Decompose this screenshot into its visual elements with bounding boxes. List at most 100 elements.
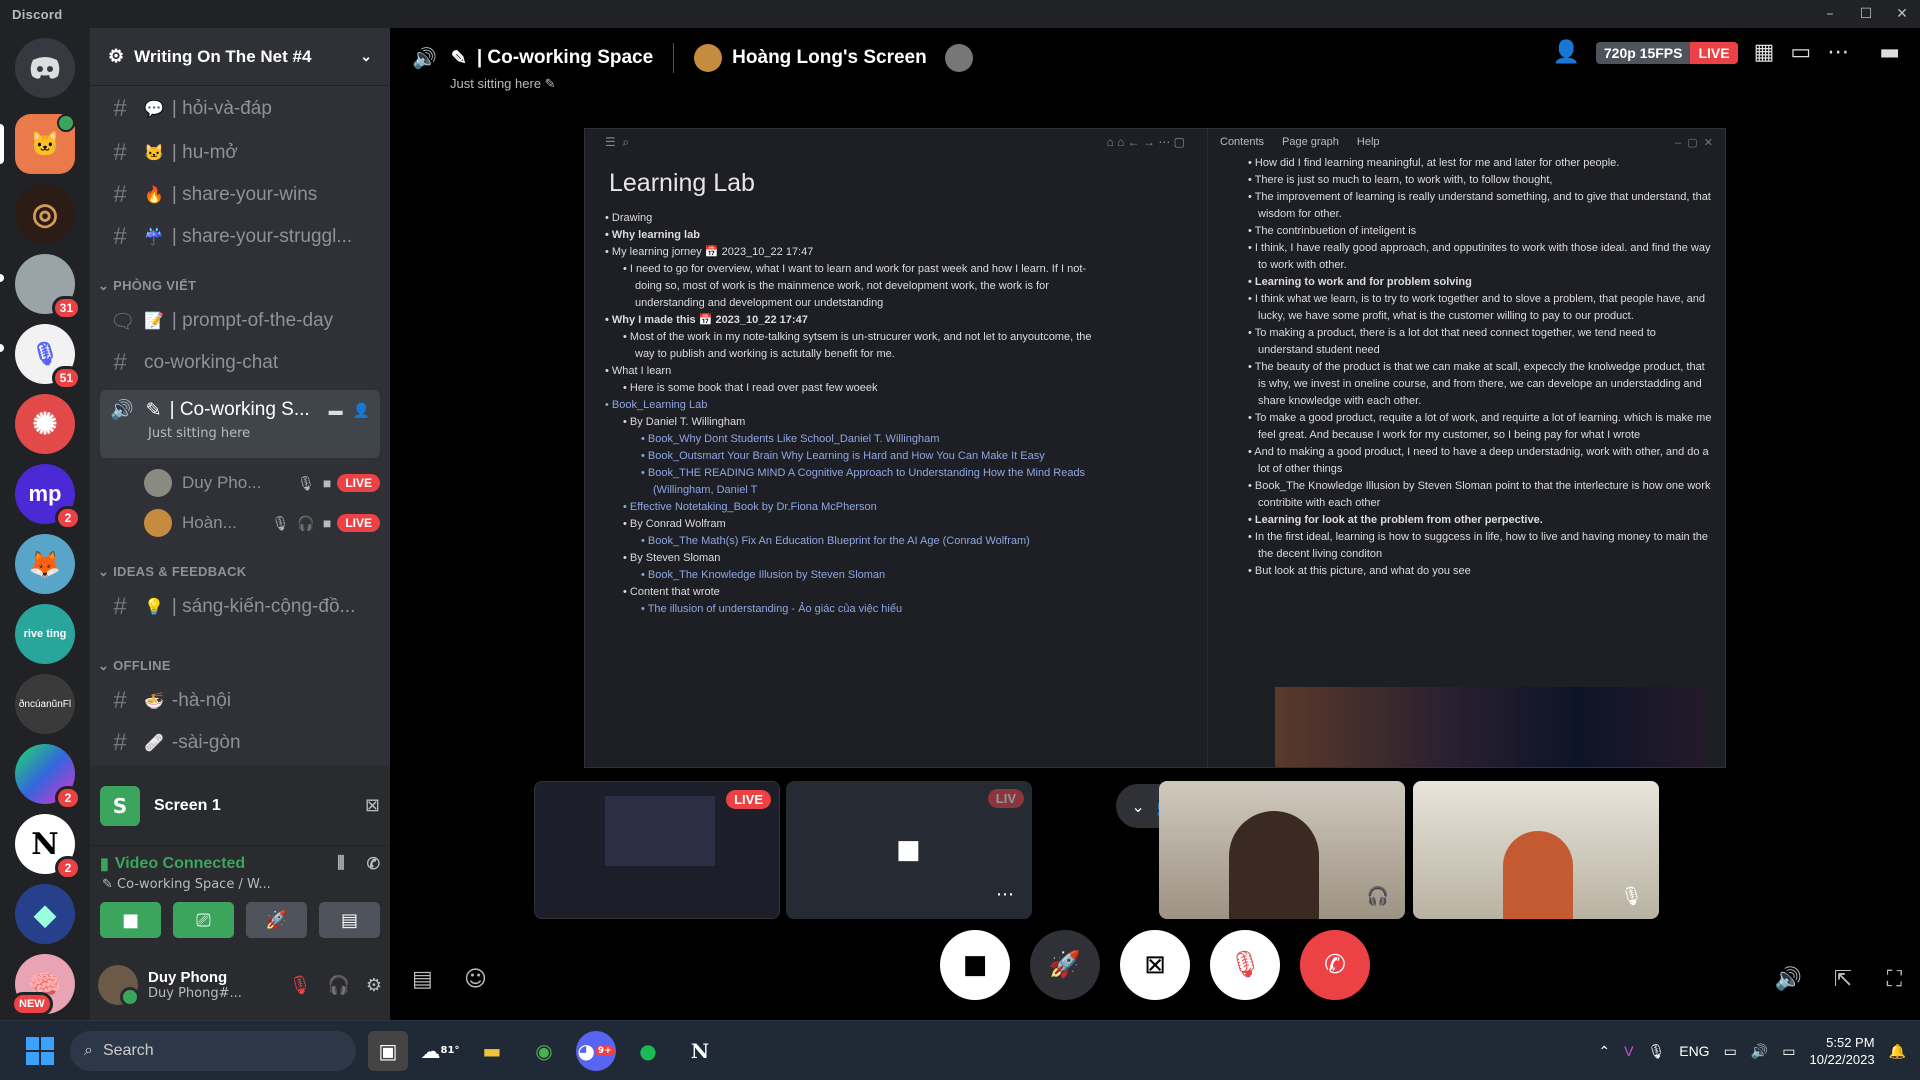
channel-item[interactable]: # 🍜 -hà-nội [100,682,380,720]
outline-item[interactable]: • Book_Learning Lab [605,397,1185,414]
avatar[interactable] [98,965,140,1007]
server-icon[interactable]: mp 2 [15,464,81,530]
category-offline[interactable]: ⌄ OFFLINE [98,658,171,674]
channel-item[interactable]: # 🐱 | hu-mở [100,134,380,172]
connection-location[interactable]: Co-working Space / W... [117,877,271,892]
notification-icon[interactable]: 🔔 [1889,1043,1906,1060]
tab-contents[interactable]: Contents [1220,136,1264,148]
server-icon[interactable]: 🦊 [15,534,75,594]
server-icon[interactable]: 2 [15,744,81,810]
battery-icon[interactable]: ▭ [1782,1043,1795,1060]
camera-toggle-button[interactable]: ■ [940,930,1010,1000]
grid-layout-icon[interactable]: ▦ [1754,40,1775,65]
discord-taskbar-icon[interactable]: ◕ 9+ [576,1030,616,1071]
fullscreen-icon[interactable]: ⛶ [1887,967,1902,992]
activity-button[interactable]: 🚀 [246,902,307,938]
server-icon[interactable]: ◆ [15,884,75,944]
channel-item[interactable]: # 💬 | hỏi-và-đáp [100,90,380,128]
mute-toggle-button[interactable]: 🎙 [1210,930,1280,1000]
server-icon[interactable]: rive ting [15,604,75,664]
tray-app-icon[interactable]: V [1624,1043,1633,1059]
close-stream-icon[interactable]: ⊠ [365,795,380,816]
stream-thumbnail[interactable]: LIV ■ ⋯ [786,781,1032,919]
category-ideas[interactable]: ⌄ IDEAS & FEEDBACK [98,564,246,580]
notion-server-icon[interactable]: N2 [15,814,81,880]
stream-thumbnail[interactable]: LIVE [534,781,780,919]
mic-muted-icon[interactable]: 🎙 [289,975,312,996]
stream-quality[interactable]: 720p 15FPS LIVE [1595,41,1738,64]
more-icon[interactable]: ⋯ [1827,40,1849,65]
microphone-icon[interactable]: 🎙 [1647,1043,1665,1060]
channel-item[interactable]: # 💡 | sáng-kiến-cộng-đồ... [100,588,380,626]
chat-icon[interactable]: ▬ [1879,40,1900,65]
category-phong-viet[interactable]: ⌄ PHÒNG VIẾT [98,278,196,294]
channel-item[interactable]: # ☔ | share-your-struggl... [100,218,380,256]
outline-item[interactable]: (Willingham, Daniel T [605,482,1185,499]
task-view-icon[interactable]: ▣ [368,1030,408,1071]
disconnect-icon[interactable]: ✆ [367,854,380,874]
server-icon[interactable]: 🎙 51 [15,324,81,390]
outline-item[interactable]: • Book_Why Dont Students Like School_Dan… [605,431,1185,448]
guild-header[interactable]: ⚙ Writing On The Net #4 ⌄ [90,28,390,86]
inbox-icon[interactable]: ▭ [1790,40,1811,65]
maximize-icon[interactable]: ☐ [1848,0,1884,28]
channel-item[interactable]: # co-working-chat [100,344,380,382]
active-voice-channel[interactable]: 🔊 ✎ | Co-working S... ▬ 👤 Just sitting here [100,390,380,458]
gear-icon[interactable]: ⚙ [366,975,382,996]
add-member-icon[interactable]: 👤 [353,402,370,419]
chrome-icon[interactable]: ◉ [524,1031,564,1071]
server-icon[interactable]: ðncúanũnFl [15,674,75,734]
chevron-up-icon[interactable]: ⌃ [1598,1043,1610,1060]
camera-button[interactable]: ■ [100,902,161,938]
headphones-icon[interactable]: 🎧 [327,975,349,996]
server-icon[interactable]: 🐱 [15,114,75,174]
noise-suppression-icon[interactable]: ⫼ [337,855,344,873]
volume-icon[interactable]: 🔊 [1751,1043,1768,1060]
network-icon[interactable]: ▭ [1724,1043,1737,1060]
home-button[interactable] [15,38,75,98]
voice-member[interactable]: Hoàn... 🎙 🎧 ■ LIVE [144,506,380,540]
participant-video[interactable]: 🎙 [1413,781,1659,919]
leave-call-button[interactable]: ✆ [1300,930,1370,1000]
clock[interactable]: 5:52 PM 10/22/2023 [1809,1034,1874,1068]
soundboard-icon[interactable]: ▤ [412,967,433,992]
outline-item[interactable]: • Book_The Math(s) Fix An Education Blue… [605,533,1185,550]
chat-icon[interactable]: ▬ [329,402,343,418]
participant-video[interactable]: 🎧 [1159,781,1405,919]
file-explorer-icon[interactable]: ▬ [472,1031,512,1071]
shared-screen[interactable]: ☰ ⌕ ⌂ ⌂ ← → ⋯ ▢ Learning Lab • Drawing • W… [584,128,1726,768]
spotify-icon[interactable]: ● [628,1031,668,1071]
tab-page-graph[interactable]: Page graph [1282,136,1339,148]
connection-status[interactable]: Video Connected [115,855,245,873]
outline-item[interactable]: • Effective Notetaking_Book by Dr.Fiona … [605,499,1185,516]
add-user-icon[interactable]: 👤 [1552,40,1579,65]
server-icon[interactable]: 31 [15,254,81,320]
start-button[interactable] [26,1036,54,1065]
notion-icon[interactable]: N [680,1031,720,1071]
tab-help[interactable]: Help [1357,136,1380,148]
server-icon[interactable]: 🧠 NEW [11,954,75,1016]
close-icon[interactable]: ✕ [1884,0,1920,28]
forum-channel-item[interactable]: 🗨 📝 | prompt-of-the-day [100,302,380,340]
soundboard-button[interactable]: ▤ [319,902,380,938]
language-indicator[interactable]: ENG [1679,1043,1709,1059]
emoji-icon[interactable]: ☺ [464,967,487,992]
server-icon[interactable]: ✺ [15,394,75,454]
volume-icon[interactable]: 🔊 [1775,967,1802,992]
more-icon[interactable]: ⋯ [996,884,1014,905]
pop-out-icon[interactable]: ⇱ [1834,967,1852,992]
outline-item[interactable]: • The illusion of understanding - Ảo giá… [605,601,1185,618]
screen-share-stop-button[interactable]: ⊠ [1120,930,1190,1000]
server-icon[interactable]: ◎ [15,184,75,244]
channel-item[interactable]: # 🔥 | share-your-wins [100,176,380,214]
outline-item[interactable]: • Book_Outsmart Your Brain Why Learning … [605,448,1185,465]
outline-item[interactable]: • Book_THE READING MIND A Cognitive Appr… [605,465,1185,482]
activity-button[interactable]: 🚀 [1030,930,1100,1000]
minimize-icon[interactable]: – [1812,0,1848,28]
outline-item[interactable]: • Book_The Knowledge Illusion by Steven … [605,567,1185,584]
weather-icon[interactable]: ☁ 81° [420,1031,460,1071]
screen-share-button[interactable]: ⎚ [173,902,234,938]
voice-member[interactable]: Duy Pho... 🎙 ■ LIVE [144,466,380,500]
taskbar-search[interactable]: ⌕ Search [70,1030,356,1071]
channel-item[interactable]: # 🩹 -sài-gòn [100,724,380,762]
